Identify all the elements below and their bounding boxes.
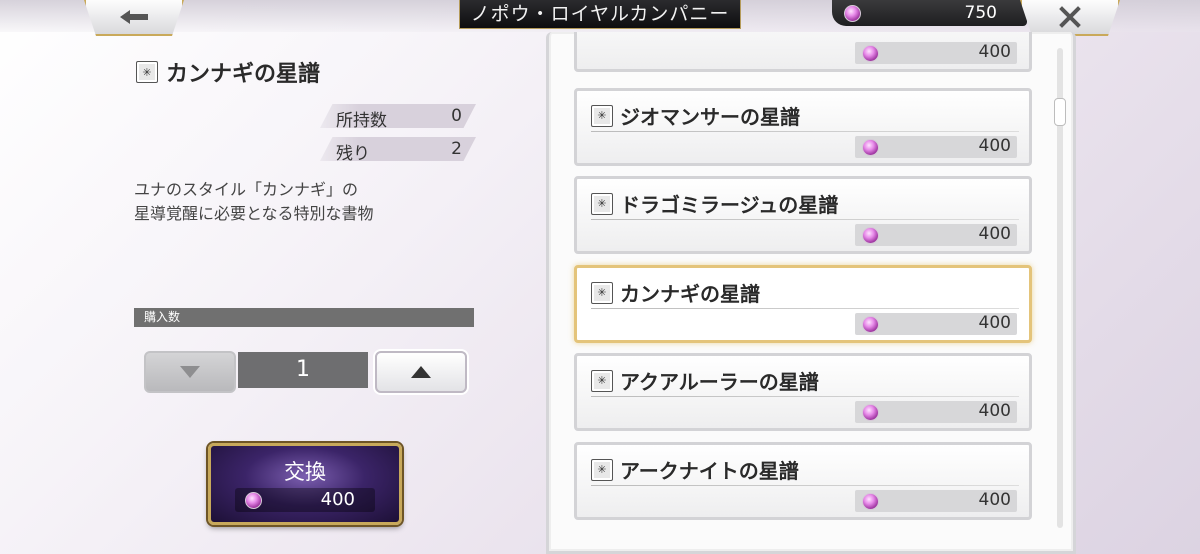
- currency-amount: 750: [964, 3, 997, 23]
- item-detail-header: ✳ カンナギの星譜: [136, 56, 320, 88]
- item-detail-title: カンナギの星譜: [166, 61, 321, 87]
- remaining-label: 残り: [336, 144, 370, 164]
- item-name: カンナギの星譜: [620, 282, 760, 306]
- book-icon: ✳: [136, 61, 158, 83]
- close-button[interactable]: [1020, 0, 1120, 36]
- item-price: 400: [855, 42, 1017, 64]
- owned-value: 0: [451, 106, 462, 126]
- quantity-value: 1: [238, 352, 368, 388]
- list-item[interactable]: ✳ ドラゴミラージュの星譜 400: [574, 176, 1032, 254]
- gem-icon: [862, 45, 879, 62]
- owned-label: 所持数: [336, 111, 387, 131]
- book-icon: ✳: [591, 369, 613, 392]
- gem-icon: [862, 316, 879, 333]
- triangle-down-icon: [180, 366, 200, 378]
- item-price: 400: [855, 224, 1017, 246]
- divider: [591, 396, 1019, 397]
- exchange-price-value: 400: [320, 489, 355, 510]
- shop-title: ノポウ・ロイヤルカンパニー: [459, 0, 741, 29]
- divider: [591, 131, 1019, 132]
- item-price: 400: [855, 401, 1017, 423]
- scrollbar-thumb[interactable]: [1054, 98, 1066, 126]
- owned-count-row: 所持数 0: [320, 104, 476, 128]
- book-icon: ✳: [591, 104, 613, 127]
- gem-icon: [862, 404, 879, 421]
- gem-icon: [862, 227, 879, 244]
- gem-icon: [862, 139, 879, 156]
- divider: [591, 308, 1019, 309]
- divider: [591, 485, 1019, 486]
- list-item[interactable]: ✳ アークナイトの星譜 400: [574, 442, 1032, 520]
- book-icon: ✳: [591, 458, 613, 481]
- gem-icon: [862, 493, 879, 510]
- back-button[interactable]: [84, 0, 184, 36]
- list-item-selected[interactable]: ✳ カンナギの星譜 400: [574, 265, 1032, 343]
- item-price: 400: [855, 490, 1017, 512]
- item-name: ドラゴミラージュの星譜: [620, 193, 839, 217]
- item-price: 400: [855, 313, 1017, 335]
- triangle-up-icon: [411, 366, 431, 378]
- remaining-count-row: 残り 2: [320, 137, 476, 161]
- remaining-value: 2: [451, 139, 462, 159]
- list-item[interactable]: ✳ アクアルーラーの星譜 400: [574, 353, 1032, 431]
- arrow-left-icon: [120, 10, 148, 24]
- item-price: 400: [855, 136, 1017, 158]
- gem-icon: [245, 492, 262, 509]
- list-item[interactable]: 400: [574, 32, 1032, 72]
- exchange-label: 交換: [284, 460, 326, 484]
- divider: [591, 219, 1019, 220]
- exchange-price: 400: [235, 488, 375, 512]
- close-icon: [1059, 6, 1081, 28]
- item-name: ジオマンサーの星譜: [620, 105, 800, 129]
- item-description: ユナのスタイル「カンナギ」の 星導覚醒に必要となる特別な書物: [134, 180, 374, 223]
- book-icon: ✳: [591, 192, 613, 215]
- item-name: アークナイトの星譜: [620, 459, 799, 483]
- increase-quantity-button[interactable]: [375, 351, 467, 393]
- list-item[interactable]: ✳ ジオマンサーの星譜 400: [574, 88, 1032, 166]
- item-name: アクアルーラーの星譜: [620, 370, 819, 394]
- shop-item-list[interactable]: 400 ✳ ジオマンサーの星譜 400 ✳ ドラゴミラージュの星譜 400 ✳ …: [546, 32, 1076, 554]
- gem-icon: [844, 5, 861, 22]
- decrease-quantity-button[interactable]: [144, 351, 236, 393]
- currency-display: 750: [832, 0, 1027, 26]
- purchase-quantity-label: 購入数: [134, 308, 474, 327]
- exchange-button[interactable]: 交換 400: [208, 443, 402, 525]
- book-icon: ✳: [591, 281, 613, 304]
